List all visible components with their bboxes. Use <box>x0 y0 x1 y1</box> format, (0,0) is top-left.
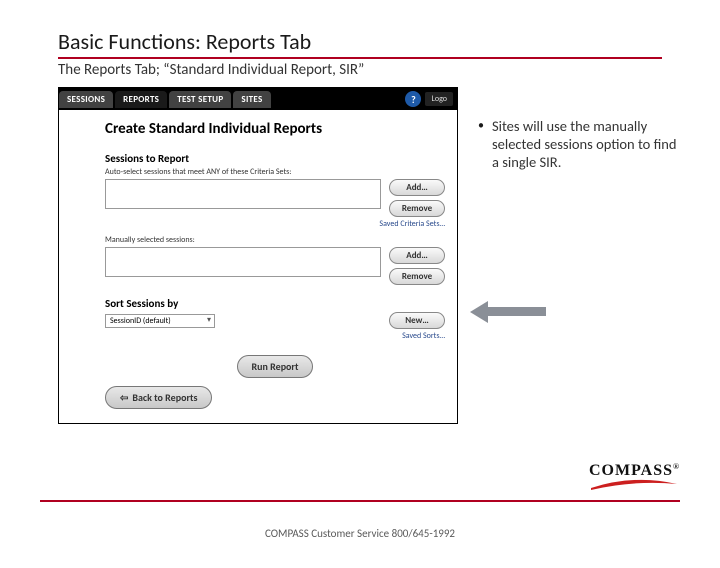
sessions-to-report-label: Sessions to Report <box>105 152 445 165</box>
app-heading: Create Standard Individual Reports <box>105 120 445 138</box>
help-icon[interactable]: ? <box>405 91 421 107</box>
swoosh-icon <box>589 478 679 492</box>
saved-sorts-link[interactable]: Saved Sorts… <box>105 331 445 341</box>
run-report-button[interactable]: Run Report <box>237 355 314 378</box>
content-row: ↖ SESSIONS REPORTS TEST SETUP SITES ? Lo… <box>58 87 720 424</box>
sort-value: SessionID (default) <box>110 316 171 326</box>
compass-logo: COMPASS® <box>589 462 680 492</box>
manual-listbox[interactable] <box>105 247 381 277</box>
add-criteria-button[interactable]: Add… <box>389 179 445 196</box>
back-label: Back to Reports <box>132 391 197 404</box>
tabs-bar: SESSIONS REPORTS TEST SETUP SITES ? Logo <box>59 88 457 110</box>
footer-text: COMPASS Customer Service 800/645-1992 <box>0 527 720 540</box>
criteria-listbox[interactable] <box>105 179 381 209</box>
slide-title: Basic Functions: Reports Tab <box>58 28 720 55</box>
manual-select-label: Manually selected sessions: <box>105 235 445 245</box>
notes-column: • Sites will use the manually selected s… <box>478 87 678 171</box>
app-body: Create Standard Individual Reports Sessi… <box>59 110 457 423</box>
tab-reports[interactable]: REPORTS <box>115 91 167 108</box>
registered-icon: ® <box>673 462 680 471</box>
back-to-reports-button[interactable]: ⇦ Back to Reports <box>105 386 212 409</box>
auto-select-label: Auto-select sessions that meet ANY of th… <box>105 167 445 177</box>
slide-subtitle: The Reports Tab; “Standard Individual Re… <box>58 61 720 79</box>
new-sort-button[interactable]: New… <box>389 312 445 329</box>
remove-manual-button[interactable]: Remove <box>389 268 445 285</box>
logo-chip: Logo <box>425 92 453 106</box>
back-arrow-icon: ⇦ <box>120 391 128 404</box>
tab-sites[interactable]: SITES <box>233 91 270 108</box>
footer-divider <box>40 500 680 502</box>
bullet-dot-icon: • <box>478 119 484 171</box>
saved-criteria-link[interactable]: Saved Criteria Sets… <box>105 219 445 229</box>
bullet-text: Sites will use the manually selected ses… <box>492 117 678 171</box>
add-manual-button[interactable]: Add… <box>389 247 445 264</box>
app-screenshot: ↖ SESSIONS REPORTS TEST SETUP SITES ? Lo… <box>58 87 458 424</box>
bullet-item: • Sites will use the manually selected s… <box>478 117 678 171</box>
title-underline <box>58 57 662 59</box>
tab-sessions[interactable]: SESSIONS <box>59 91 113 108</box>
sort-label: Sort Sessions by <box>105 297 445 310</box>
tab-test-setup[interactable]: TEST SETUP <box>169 91 231 108</box>
sort-dropdown[interactable]: SessionID (default) <box>105 314 215 328</box>
remove-criteria-button[interactable]: Remove <box>389 200 445 217</box>
brand-text: COMPASS <box>589 462 673 479</box>
